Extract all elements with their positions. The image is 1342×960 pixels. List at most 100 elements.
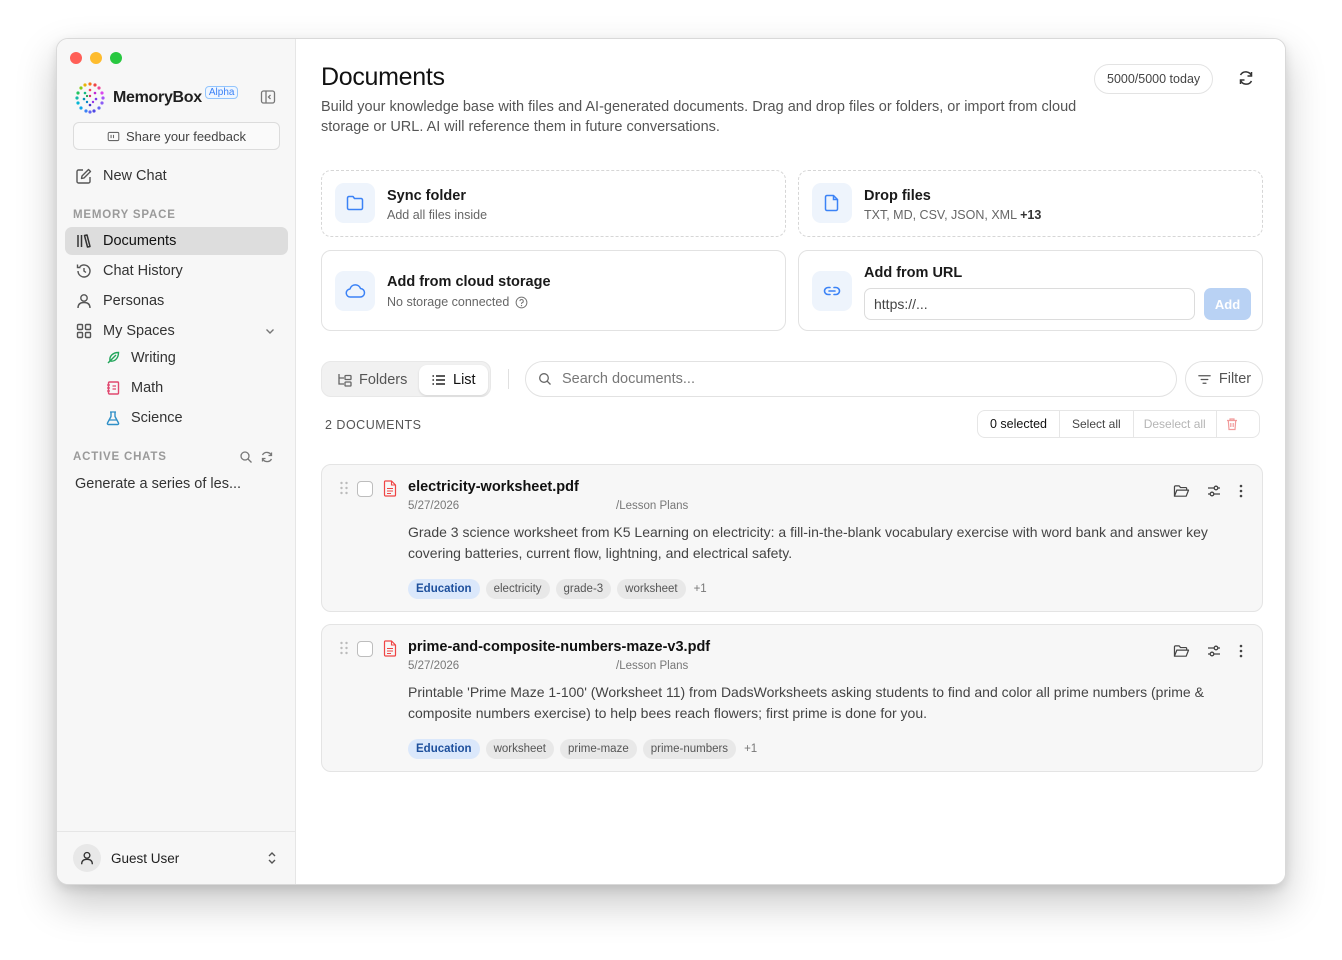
pdf-file-icon (383, 480, 397, 497)
document-date: 5/27/2026 (408, 660, 460, 672)
brand: MemoryBox Alpha (73, 81, 239, 115)
folder-tree-icon (338, 374, 352, 387)
tag[interactable]: Education (408, 579, 480, 599)
folders-label: Folders (359, 372, 408, 388)
space-item-writing[interactable]: Writing (105, 345, 176, 371)
window-controls (70, 52, 122, 64)
drag-handle-icon[interactable] (339, 480, 349, 496)
feedback-icon (107, 131, 120, 141)
tag[interactable]: worksheet (617, 579, 686, 599)
search-input[interactable]: Search documents... (525, 361, 1177, 397)
sidebar-collapse-icon[interactable] (260, 89, 276, 105)
deselect-all-button[interactable]: Deselect all (1134, 411, 1217, 437)
sidebar-item-chat-history[interactable]: Chat History (65, 257, 288, 285)
memory-space-heading: MEMORY SPACE (73, 209, 176, 221)
close-window-button[interactable] (70, 52, 82, 64)
help-icon[interactable] (515, 296, 528, 309)
folder-open-icon[interactable] (1173, 484, 1190, 499)
edit-icon (76, 168, 92, 184)
link-icon-wrap (812, 271, 852, 311)
document-folder: /Lesson Plans (616, 500, 689, 512)
trash-icon (1226, 418, 1237, 431)
document-date: 5/27/2026 (408, 500, 460, 512)
add-url-card: Add from URL https://... Add (798, 250, 1263, 331)
list-view-button[interactable]: List (419, 365, 488, 395)
add-url-title: Add from URL (864, 265, 963, 281)
chevron-down-icon[interactable] (264, 325, 276, 337)
more-vertical-icon[interactable] (1238, 483, 1244, 499)
tag[interactable]: Education (408, 739, 480, 759)
tag[interactable]: prime-maze (560, 739, 637, 759)
minimize-window-button[interactable] (90, 52, 102, 64)
document-summary: Printable 'Prime Maze 1-100' (Worksheet … (408, 684, 1204, 721)
drop-files-types: TXT, MD, CSV, JSON, XML (864, 208, 1017, 222)
document-name[interactable]: prime-and-composite-numbers-maze-v3.pdf (408, 639, 710, 655)
view-toggle: Folders List (321, 361, 491, 397)
document-count: 2 DOCUMENTS (325, 418, 422, 432)
folders-view-button[interactable]: Folders (325, 365, 419, 395)
user-icon (77, 294, 91, 309)
document-checkbox[interactable] (357, 481, 373, 497)
cloud-storage-status: No storage connected (387, 295, 510, 309)
drop-files-card[interactable]: Drop files TXT, MD, CSV, JSON, XML +13 (798, 170, 1263, 237)
space-item-science[interactable]: Science (105, 405, 183, 431)
link-icon (823, 286, 841, 296)
tag[interactable]: prime-numbers (642, 739, 737, 759)
new-chat-button[interactable]: New Chat (65, 162, 288, 190)
document-folder: /Lesson Plans (616, 660, 689, 672)
quota-badge: 5000/5000 today (1094, 64, 1214, 94)
list-icon (432, 375, 445, 385)
document-name[interactable]: electricity-worksheet.pdf (408, 479, 579, 495)
tag[interactable]: grade-3 (555, 579, 612, 599)
brand-name: MemoryBox (113, 89, 202, 106)
more-vertical-icon[interactable] (1238, 643, 1244, 659)
alpha-badge: Alpha (204, 85, 239, 99)
settings-sliders-icon[interactable] (1206, 643, 1222, 659)
space-item-math[interactable]: Math (105, 375, 163, 401)
sidebar-item-label: Chat History (103, 263, 183, 279)
search-icon[interactable] (239, 450, 253, 464)
sidebar-item-documents[interactable]: Documents (65, 227, 288, 255)
drag-handle-icon[interactable] (339, 640, 349, 656)
user-menu[interactable]: Guest User (57, 831, 296, 884)
selected-count: 0 selected (978, 411, 1060, 437)
filter-button[interactable]: Filter (1185, 361, 1263, 397)
grid-icon (76, 323, 92, 339)
pdf-file-icon (383, 640, 397, 657)
more-tags[interactable]: +1 (744, 743, 757, 755)
sidebar-item-personas[interactable]: Personas (65, 287, 288, 315)
user-name: Guest User (111, 850, 180, 866)
settings-sliders-icon[interactable] (1206, 483, 1222, 499)
url-input[interactable]: https://... (864, 288, 1195, 320)
refresh-icon[interactable] (260, 450, 274, 464)
maximize-window-button[interactable] (110, 52, 122, 64)
notebook-icon (107, 381, 120, 395)
document-checkbox[interactable] (357, 641, 373, 657)
document-card[interactable]: electricity-worksheet.pdf 5/27/2026 /Les… (321, 464, 1263, 612)
chevron-up-down-icon (268, 852, 276, 864)
add-url-button[interactable]: Add (1204, 288, 1251, 320)
sidebar-item-my-spaces[interactable]: My Spaces (65, 317, 288, 345)
folder-icon-wrap (335, 183, 375, 223)
document-summary: Grade 3 science worksheet from K5 Learni… (408, 524, 1208, 561)
user-icon (81, 851, 93, 865)
more-tags[interactable]: +1 (694, 583, 707, 595)
sync-folder-card[interactable]: Sync folder Add all files inside (321, 170, 786, 237)
refresh-icon[interactable] (1237, 69, 1255, 87)
select-all-button[interactable]: Select all (1060, 411, 1134, 437)
cloud-storage-card[interactable]: Add from cloud storage No storage connec… (321, 250, 786, 331)
tag[interactable]: electricity (485, 579, 550, 599)
document-card[interactable]: prime-and-composite-numbers-maze-v3.pdf … (321, 624, 1263, 772)
sidebar-item-label: My Spaces (103, 323, 175, 339)
active-chat-item[interactable]: Generate a series of les... (75, 476, 241, 492)
flask-icon (106, 411, 120, 426)
delete-selected-button[interactable] (1217, 411, 1247, 437)
folder-icon (346, 195, 364, 211)
sync-folder-subtitle: Add all files inside (387, 208, 488, 222)
feather-icon (107, 351, 120, 364)
space-item-label: Math (131, 380, 164, 396)
avatar (73, 844, 101, 872)
share-feedback-button[interactable]: Share your feedback (73, 122, 280, 150)
tag[interactable]: worksheet (485, 739, 555, 759)
folder-open-icon[interactable] (1173, 644, 1190, 659)
